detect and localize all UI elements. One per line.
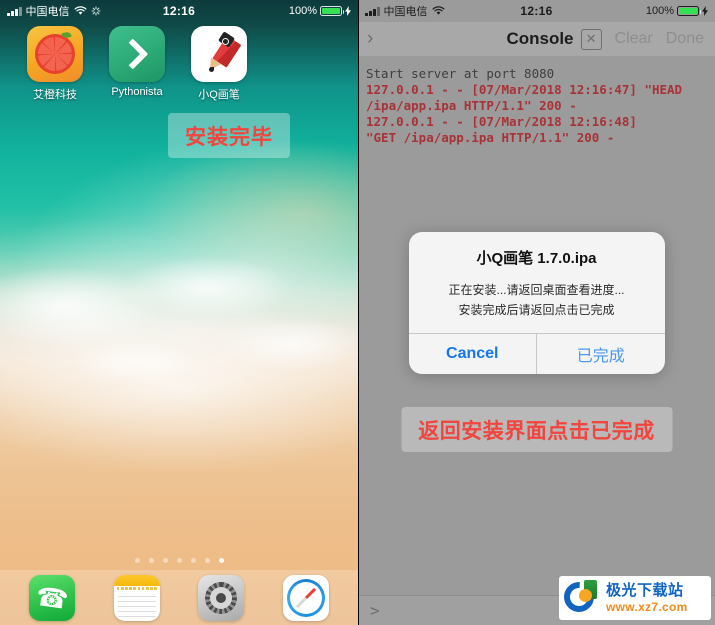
done-button[interactable]: Done [666, 30, 704, 48]
log-line: Start server at port 8080 [366, 66, 555, 81]
alert-message-line-2: 安装完成后请返回点击已完成 [458, 303, 615, 317]
watermark-site-name: 极光下载站 [606, 582, 684, 599]
app-icon-xiaoq-pen[interactable]: 小Q画笔 [178, 26, 260, 102]
battery-icon [320, 6, 344, 16]
notes-icon[interactable] [113, 574, 160, 621]
log-line: 127.0.0.1 - - [07/Mar/2018 12:16:47] "HE… [366, 82, 683, 97]
install-alert-dialog: 小Q画笔 1.7.0.ipa 正在安装...请返回桌面查看进度... 安装完成后… [408, 232, 665, 374]
chevron-right-icon[interactable]: › [367, 28, 393, 50]
right-phone-console-screen: 中国电信 12:16 100% › Console ✕ Clear Done S… [358, 0, 715, 625]
prompt-symbol: > [370, 601, 380, 620]
red-pencil-app-icon [191, 26, 247, 82]
dual-phone-screenshot: 中国电信 12:16 100% 艾橙科技 Pythonista 小Q画笔 安装完… [0, 0, 715, 625]
charging-bolt-icon [345, 6, 351, 16]
gear-icon[interactable] [198, 574, 245, 621]
compass-icon[interactable] [282, 574, 329, 621]
alert-done-button[interactable]: 已完成 [537, 334, 665, 374]
pythonista-chevron-app-icon [109, 26, 165, 82]
console-nav-bar: › Console ✕ Clear Done [358, 22, 715, 56]
page-dots[interactable] [0, 558, 358, 563]
log-line: 127.0.0.1 - - [07/Mar/2018 12:16:48] [366, 114, 637, 129]
left-status-bar: 中国电信 12:16 100% [0, 0, 358, 22]
clear-button[interactable]: Clear [615, 30, 653, 48]
left-phone-home-screen: 中国电信 12:16 100% 艾橙科技 Pythonista 小Q画笔 安装完… [0, 0, 358, 625]
annotation-text: 安装完毕 [185, 125, 273, 149]
battery-icon [677, 6, 701, 16]
orange-citrus-app-icon [27, 26, 83, 82]
panel-divider [358, 0, 359, 625]
battery-percent-label: 100% [645, 5, 674, 17]
log-line: /ipa/app.ipa HTTP/1.1" 200 - [366, 98, 577, 113]
cancel-button[interactable]: Cancel [409, 334, 537, 374]
dock: ☎ [0, 570, 358, 625]
console-title: Console [506, 29, 574, 48]
watermark-url: www.xz7.com [606, 600, 688, 614]
app-label: Pythonista [111, 86, 163, 98]
alert-body: 小Q画笔 1.7.0.ipa 正在安装...请返回桌面查看进度... 安装完成后… [409, 232, 665, 333]
app-grid: 艾橙科技 Pythonista 小Q画笔 [0, 26, 358, 102]
watermark: 极光下载站 www.xz7.com [557, 575, 711, 620]
annotation-text: 返回安装界面点击已完成 [418, 419, 655, 443]
alert-title: 小Q画笔 1.7.0.ipa [476, 250, 597, 267]
alert-actions: Cancel 已完成 [408, 333, 665, 374]
right-status-bar: 中国电信 12:16 100% [358, 0, 715, 22]
charging-bolt-icon [702, 6, 708, 16]
close-icon[interactable]: ✕ [580, 28, 602, 50]
battery-percent-label: 100% [288, 5, 317, 17]
app-icon-pythonista[interactable]: Pythonista [96, 26, 178, 102]
log-line: "GET /ipa/app.ipa HTTP/1.1" 200 - [366, 130, 615, 145]
app-label: 小Q画笔 [198, 89, 240, 101]
app-icon-aicheng[interactable]: 艾橙科技 [14, 26, 96, 102]
phone-icon[interactable]: ☎ [29, 574, 76, 621]
app-label: 艾橙科技 [33, 89, 77, 101]
install-complete-annotation: 安装完毕 [168, 113, 290, 158]
return-instruction-annotation: 返回安装界面点击已完成 [401, 407, 672, 452]
watermark-logo-icon [557, 575, 602, 619]
alert-message-line-1: 正在安装...请返回桌面查看进度... [448, 283, 625, 297]
